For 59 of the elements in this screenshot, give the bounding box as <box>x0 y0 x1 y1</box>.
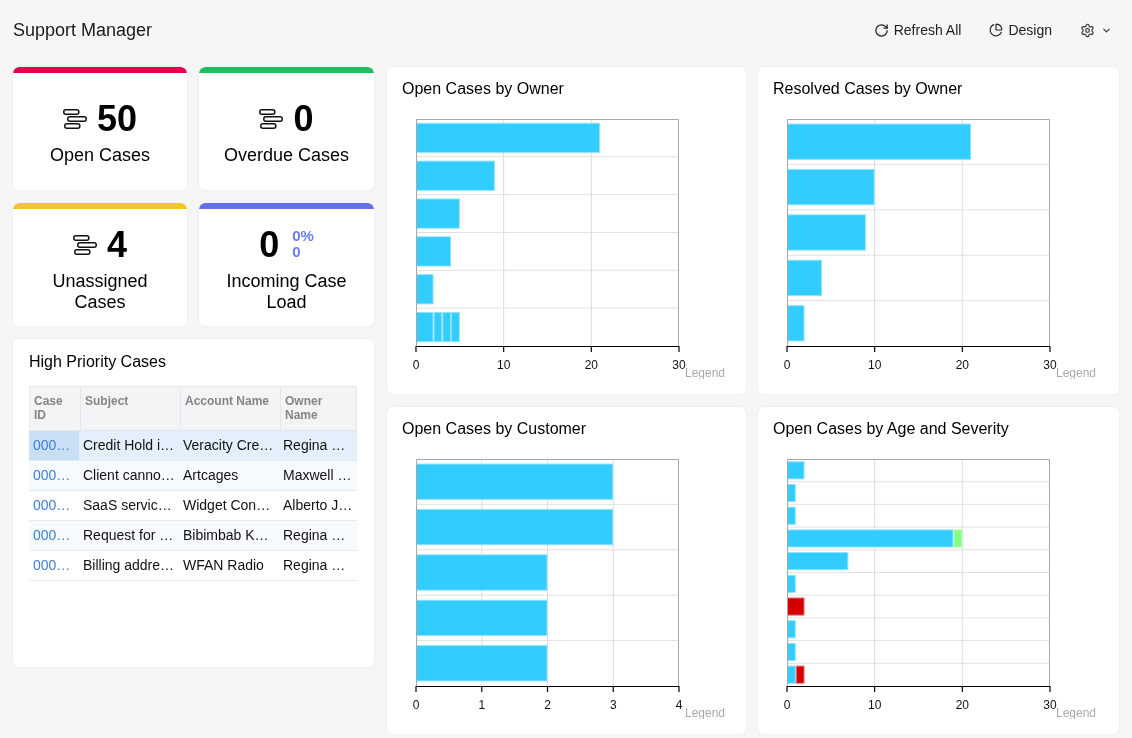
kpi-label: Unassigned Cases <box>51 270 149 313</box>
chart-title: Open Cases by Age and Severity <box>773 419 1010 439</box>
case-id-link[interactable]: 000… <box>29 461 79 490</box>
toolbar-button[interactable]: Design <box>989 19 1052 41</box>
axis-tick-label: 0 <box>783 698 791 712</box>
kpi-value: 50 <box>96 100 137 138</box>
bars-icon <box>259 109 284 129</box>
axis-tick-label: 10 <box>868 358 882 372</box>
axis-tick-label: 30 <box>1043 358 1057 372</box>
kpi-value: 4 <box>107 225 127 264</box>
page-title: Support Manager <box>13 19 153 41</box>
chart-title: Open Cases by Owner <box>402 79 565 99</box>
bars-icon <box>73 234 97 255</box>
table-row[interactable]: 000… Client canno… Artcages Maxwell … <box>29 461 357 491</box>
axis-tick-label: 20 <box>584 358 598 372</box>
toolbar-button[interactable]: Refresh All <box>873 19 962 41</box>
settings-button[interactable] <box>1080 22 1112 38</box>
bar[interactable] <box>795 665 805 684</box>
axis-tick-label: 0 <box>412 698 420 712</box>
legend-toggle[interactable]: Legend <box>685 366 726 379</box>
settings-icon <box>1080 22 1095 38</box>
card-title: High Priority Cases <box>29 352 167 372</box>
axis-tick-label: 20 <box>955 358 969 372</box>
axis-tick-label: 30 <box>672 358 686 372</box>
axis-tick-label: 0 <box>412 358 420 372</box>
axis-tick-label: 30 <box>1043 698 1057 712</box>
axis-tick-label: 2 <box>544 698 551 712</box>
legend-toggle[interactable]: Legend <box>685 706 726 719</box>
axis-tick-label: 1 <box>478 698 486 712</box>
legend-toggle[interactable]: Legend <box>1056 706 1097 719</box>
column-header[interactable]: Subject <box>80 387 180 430</box>
case-id-link[interactable]: 000… <box>29 551 79 580</box>
pie-chart-icon <box>989 23 1004 37</box>
refresh-icon <box>873 22 889 38</box>
kpi-label: Open Cases <box>49 145 151 166</box>
axis-tick-label: 4 <box>675 698 683 712</box>
case-id-link[interactable]: 000… <box>29 521 79 550</box>
column-header[interactable]: Owner Name <box>280 387 358 430</box>
kpi-label: Incoming Case Load <box>225 270 348 313</box>
kpi-label: Overdue Cases <box>223 145 350 166</box>
table-row[interactable]: 000… Credit Hold i… Veracity Cre… Regina … <box>29 431 357 461</box>
case-id-link[interactable]: 000… <box>29 491 79 520</box>
column-header[interactable]: Case ID <box>30 387 80 430</box>
axis-tick-label: 3 <box>609 698 617 712</box>
table-row[interactable]: 000… Request for … Bibimbab K… Regina … <box>29 521 357 551</box>
chart-title: Open Cases by Customer <box>402 419 588 439</box>
case-id-link[interactable]: 000… <box>29 431 79 460</box>
axis-tick-label: 0 <box>783 358 791 372</box>
axis-tick-label: 10 <box>868 698 882 712</box>
kpi-value: 0 <box>259 225 280 264</box>
bars-icon <box>62 109 87 129</box>
kpi-value: 0 <box>293 100 314 138</box>
trend-delta: 0 <box>292 243 302 260</box>
trend-percentage: 0% <box>292 227 314 244</box>
axis-tick-label: 20 <box>955 698 969 712</box>
axis-tick-label: 10 <box>497 358 511 372</box>
column-header[interactable]: Account Name <box>180 387 280 430</box>
legend-toggle[interactable]: Legend <box>1056 366 1097 379</box>
chart-title: Resolved Cases by Owner <box>773 79 964 99</box>
